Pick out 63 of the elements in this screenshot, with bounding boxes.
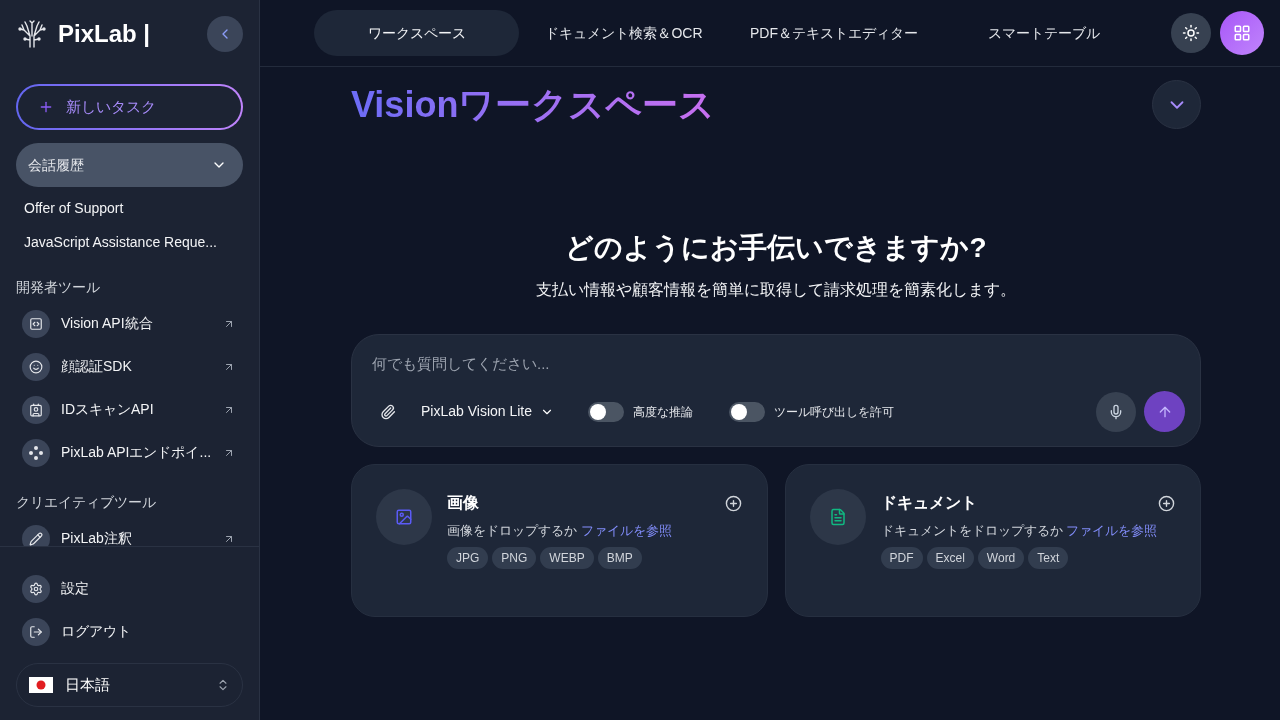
microphone-button[interactable] bbox=[1096, 391, 1136, 432]
plus-icon bbox=[38, 99, 54, 115]
card-title: 画像 bbox=[447, 493, 479, 513]
settings-icon bbox=[29, 581, 43, 596]
toggle-label: ツール呼び出しを許可 bbox=[774, 403, 895, 421]
collapse-sidebar-button[interactable] bbox=[207, 16, 243, 52]
history-dropdown[interactable]: 会話履歴 bbox=[16, 143, 243, 187]
welcome-subtitle: 支払い情報や顧客情報を簡単に取得して請求処理を簡素化します。 bbox=[535, 280, 1017, 300]
format-chip: PDF bbox=[880, 547, 923, 569]
apps-button[interactable] bbox=[1220, 11, 1264, 55]
format-chip: WEBP bbox=[540, 547, 594, 569]
logout-icon bbox=[29, 624, 43, 639]
sun-icon bbox=[1182, 24, 1200, 42]
history-item[interactable]: Offer of Support bbox=[16, 191, 243, 225]
code-icon bbox=[29, 316, 43, 331]
model-selector[interactable]: PixLab Vision Lite bbox=[421, 401, 555, 422]
new-task-button[interactable]: 新しいタスク bbox=[16, 84, 243, 130]
history-item[interactable]: JavaScript Assistance Reque... bbox=[16, 225, 243, 259]
toggle-label: 高度な推論 bbox=[633, 403, 694, 421]
footer-link[interactable]: ログアウト bbox=[61, 621, 131, 642]
format-chip: Excel bbox=[926, 547, 974, 569]
nav-tab[interactable]: スマートテーブル bbox=[939, 10, 1149, 56]
card-title: ドキュメント bbox=[880, 493, 977, 513]
tree-logo-icon bbox=[18, 20, 46, 48]
welcome-heading: どのようにお手伝いできますか? bbox=[564, 231, 988, 265]
nav-tab[interactable]: ドキュメント検索＆OCR bbox=[519, 10, 729, 56]
nav-tab[interactable]: ワークスペース bbox=[314, 10, 519, 56]
browse-files-link[interactable]: ファイルを参照 bbox=[1066, 523, 1158, 538]
paperclip-icon bbox=[380, 403, 396, 420]
add-icon bbox=[1158, 494, 1175, 512]
format-chip: Text bbox=[1028, 547, 1069, 569]
format-chip: PNG bbox=[492, 547, 537, 569]
microphone-icon bbox=[1108, 403, 1124, 420]
nav-tab[interactable]: PDF＆テキストエディター bbox=[729, 10, 939, 56]
format-chip: BMP bbox=[597, 547, 642, 569]
footer-link[interactable]: 設定 bbox=[61, 578, 89, 599]
grid-icon bbox=[1233, 24, 1251, 42]
tool-link[interactable]: PixLab注釈 bbox=[61, 528, 212, 546]
dots-diamond-icon bbox=[29, 445, 43, 460]
message-input[interactable]: 何でも質問してください... bbox=[372, 350, 1180, 376]
tool-link[interactable]: Vision API統合 bbox=[61, 313, 212, 334]
tool-link[interactable]: IDスキャンAPI bbox=[61, 399, 212, 420]
face-icon bbox=[29, 359, 43, 374]
toggle-switch[interactable] bbox=[588, 401, 625, 422]
browse-files-link[interactable]: ファイルを参照 bbox=[580, 523, 672, 538]
add-icon bbox=[724, 494, 742, 512]
section-title: クリエイティブツール bbox=[16, 493, 157, 512]
card-description: ドキュメントをドロップするか ファイルを参照 bbox=[880, 522, 1159, 540]
send-button[interactable] bbox=[1144, 391, 1185, 432]
id-card-icon bbox=[29, 402, 43, 417]
pencil-icon bbox=[29, 531, 43, 546]
theme-button[interactable] bbox=[1171, 13, 1211, 53]
tool-link[interactable]: 顔認証SDK bbox=[61, 356, 212, 377]
section-title: 開発者ツール bbox=[16, 278, 101, 297]
logo-text: PixLab | bbox=[58, 22, 151, 46]
toggle-switch[interactable] bbox=[729, 401, 766, 422]
flag-icon bbox=[29, 677, 53, 693]
image-icon bbox=[395, 508, 413, 526]
format-chip: Word bbox=[977, 547, 1025, 569]
document-icon bbox=[828, 508, 847, 526]
card-description: 画像をドロップするか ファイルを参照 bbox=[447, 522, 673, 540]
tool-link[interactable]: PixLab APIエンドポイ... bbox=[61, 442, 212, 463]
format-chip: JPG bbox=[447, 547, 489, 569]
